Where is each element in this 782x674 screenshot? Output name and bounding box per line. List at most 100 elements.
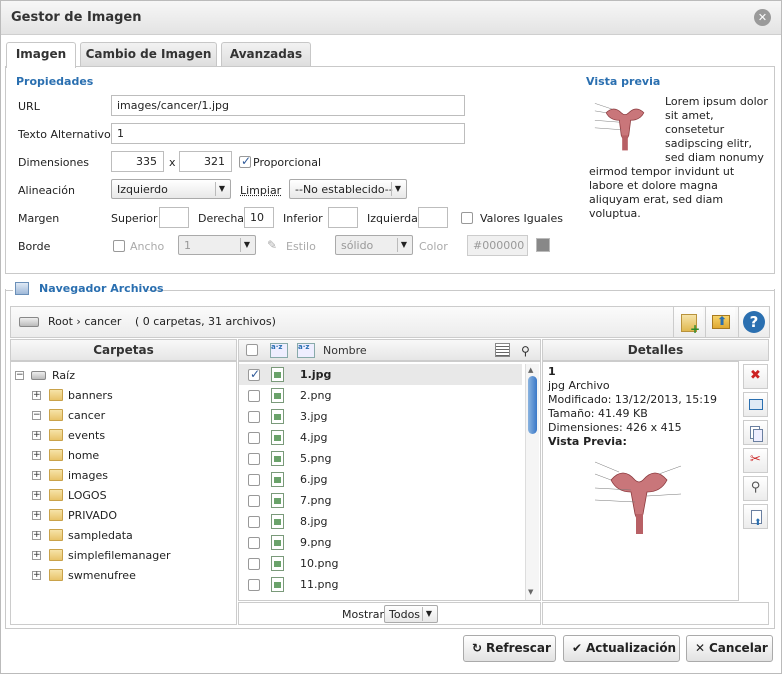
image-file-icon bbox=[271, 430, 284, 445]
expand-icon[interactable]: + bbox=[32, 471, 41, 480]
equal-values-checkbox[interactable] bbox=[461, 212, 473, 224]
file-name: 11.png bbox=[300, 578, 339, 591]
file-checkbox[interactable] bbox=[248, 367, 260, 381]
collapse-icon[interactable]: − bbox=[32, 411, 41, 420]
border-color-input[interactable]: #000000 bbox=[467, 235, 528, 256]
alt-text-input[interactable]: 1 bbox=[111, 123, 465, 144]
file-checkbox[interactable] bbox=[248, 411, 260, 423]
file-checkbox[interactable] bbox=[248, 432, 260, 444]
delete-icon[interactable]: ✖ bbox=[743, 364, 768, 389]
folder-icon bbox=[49, 489, 63, 501]
tab-imagen[interactable]: Imagen bbox=[6, 42, 76, 68]
tree-folder[interactable]: + sampledata bbox=[11, 526, 231, 546]
file-checkbox[interactable] bbox=[248, 453, 260, 465]
file-row[interactable]: 10.png bbox=[239, 553, 522, 574]
collapse-icon[interactable]: − bbox=[15, 371, 24, 380]
file-checkbox[interactable] bbox=[248, 537, 260, 549]
expand-icon[interactable]: + bbox=[32, 451, 41, 460]
file-name: 1.jpg bbox=[300, 368, 332, 381]
file-checkbox[interactable] bbox=[248, 474, 260, 486]
margin-top-label: Superior bbox=[111, 212, 158, 225]
file-row[interactable]: 7.png bbox=[239, 490, 522, 511]
image-file-icon bbox=[271, 367, 284, 382]
zoom-icon[interactable]: ⚲ bbox=[743, 476, 768, 501]
binoculars-icon[interactable]: ⚲ bbox=[521, 341, 530, 362]
new-folder-icon[interactable]: + bbox=[673, 307, 703, 337]
list-view-icon[interactable] bbox=[495, 343, 510, 357]
file-checkbox[interactable] bbox=[248, 558, 260, 570]
expand-icon[interactable]: + bbox=[32, 391, 41, 400]
tree-folder[interactable]: + swmenufree bbox=[11, 566, 231, 586]
margin-right-input[interactable]: 10 bbox=[244, 207, 274, 228]
tree-folder[interactable]: + banners bbox=[11, 386, 231, 406]
margin-bottom-input[interactable] bbox=[328, 207, 358, 228]
sort-name-icon[interactable]: a·z bbox=[297, 343, 315, 358]
file-row[interactable]: 8.jpg bbox=[239, 511, 522, 532]
border-width-select[interactable]: 1 ▼ bbox=[178, 235, 256, 255]
expand-icon[interactable]: + bbox=[32, 571, 41, 580]
file-checkbox[interactable] bbox=[248, 390, 260, 402]
border-style-select[interactable]: sólido ▼ bbox=[335, 235, 413, 255]
file-row[interactable]: 5.png bbox=[239, 448, 522, 469]
tree-folder[interactable]: − cancer bbox=[11, 406, 231, 426]
close-icon[interactable]: ✕ bbox=[754, 9, 771, 26]
tree-folder[interactable]: + images bbox=[11, 466, 231, 486]
scrollbar-thumb[interactable] bbox=[528, 376, 537, 434]
margin-left-input[interactable] bbox=[418, 207, 448, 228]
file-row[interactable]: 6.jpg bbox=[239, 469, 522, 490]
file-checkbox[interactable] bbox=[248, 516, 260, 528]
expand-icon[interactable]: + bbox=[32, 531, 41, 540]
select-all-checkbox[interactable] bbox=[246, 344, 258, 356]
rename-icon[interactable] bbox=[743, 392, 768, 417]
file-name: 7.png bbox=[300, 494, 332, 507]
show-select[interactable]: Todos ▼ bbox=[384, 605, 438, 623]
insert-icon[interactable]: ⬆ bbox=[743, 504, 768, 529]
tree-folder[interactable]: + simplefilemanager bbox=[11, 546, 231, 566]
margin-top-input[interactable] bbox=[159, 207, 189, 228]
help-icon[interactable]: ? bbox=[738, 307, 768, 337]
refresh-button[interactable]: ↻ Refrescar bbox=[463, 635, 556, 662]
color-picker-icon[interactable] bbox=[536, 238, 550, 252]
file-checkbox[interactable] bbox=[248, 579, 260, 591]
file-row[interactable]: 9.png bbox=[239, 532, 522, 553]
tree-folder[interactable]: + home bbox=[11, 446, 231, 466]
expand-icon[interactable]: + bbox=[32, 431, 41, 440]
expand-icon[interactable]: + bbox=[32, 511, 41, 520]
tree-folder[interactable]: + events bbox=[11, 426, 231, 446]
expand-icon[interactable]: + bbox=[32, 551, 41, 560]
sort-extension-icon[interactable]: a·z bbox=[270, 343, 288, 358]
cancel-button[interactable]: ✕ Cancelar bbox=[686, 635, 773, 662]
chevron-down-icon[interactable]: ▼ bbox=[528, 588, 533, 596]
tree-folder[interactable]: + LOGOS bbox=[11, 486, 231, 506]
cut-icon[interactable]: ✂ bbox=[743, 448, 768, 473]
alignment-select[interactable]: Izquierdo ▼ bbox=[111, 179, 231, 199]
file-row[interactable]: 11.png bbox=[239, 574, 522, 595]
chevron-up-icon[interactable]: ▲ bbox=[528, 366, 533, 374]
name-column-label[interactable]: Nombre bbox=[323, 340, 367, 361]
border-checkbox[interactable] bbox=[113, 240, 125, 252]
tree-folder[interactable]: + PRIVADO bbox=[11, 506, 231, 526]
file-row[interactable]: 2.png bbox=[239, 385, 522, 406]
tab-cambio-de-imagen[interactable]: Cambio de Imagen bbox=[80, 42, 217, 66]
width-input[interactable]: 335 bbox=[111, 151, 164, 172]
url-input[interactable]: images/cancer/1.jpg bbox=[111, 95, 465, 116]
border-color-label: Color bbox=[419, 240, 448, 253]
file-checkbox[interactable] bbox=[248, 495, 260, 507]
file-list-scrollbar[interactable]: ▲ ▼ bbox=[525, 364, 539, 600]
file-row[interactable]: 1.jpg bbox=[239, 364, 522, 385]
height-input[interactable]: 321 bbox=[179, 151, 232, 172]
copy-icon[interactable] bbox=[743, 420, 768, 445]
breadcrumb-root[interactable]: Root bbox=[48, 315, 73, 328]
tree-root[interactable]: − Raíz bbox=[11, 366, 231, 386]
tab-avanzadas[interactable]: Avanzadas bbox=[221, 42, 311, 66]
file-name: 2.png bbox=[300, 389, 332, 402]
file-row[interactable]: 3.jpg bbox=[239, 406, 522, 427]
update-button[interactable]: ✔ Actualización bbox=[563, 635, 680, 662]
file-row[interactable]: 4.jpg bbox=[239, 427, 522, 448]
url-label: URL bbox=[18, 100, 40, 113]
expand-icon[interactable]: + bbox=[32, 491, 41, 500]
proportional-checkbox[interactable] bbox=[239, 154, 251, 168]
upload-icon[interactable]: ⬆ bbox=[705, 307, 735, 337]
clear-select[interactable]: --No establecido-- ▼ bbox=[289, 179, 407, 199]
breadcrumb-current[interactable]: cancer bbox=[84, 315, 121, 328]
